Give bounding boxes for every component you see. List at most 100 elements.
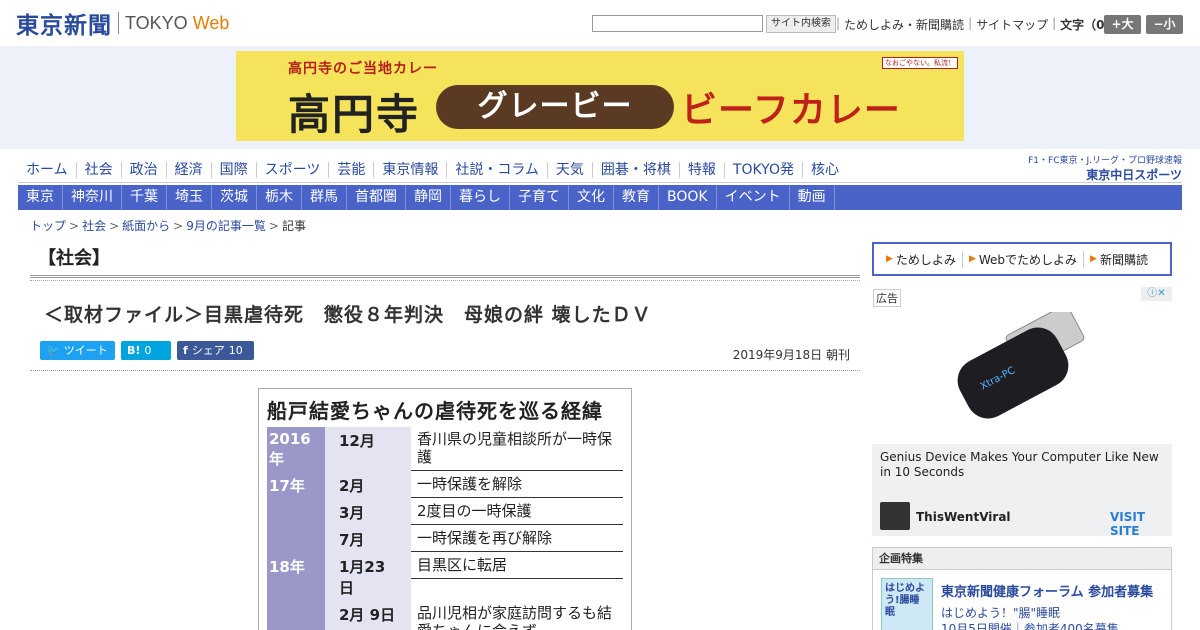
banner-area: 高円寺のご当地カレー 高円寺 グレービー ビーフカレー なおごやない。私流！ (0, 46, 1200, 149)
breadcrumb-print[interactable]: 紙面から (122, 219, 170, 233)
nav2-item-book[interactable]: BOOK (659, 185, 717, 210)
header-link-subscribe[interactable]: ためしよみ・新聞購読 (844, 16, 964, 33)
breadcrumb-sep: > (109, 219, 120, 233)
banner-main-text: 高円寺 (288, 90, 421, 139)
special-feature-thumbnail[interactable]: はじめよう!腸睡眠 (881, 578, 933, 630)
native-ad[interactable]: Genius Device Makes Your Computer Like N… (872, 444, 1172, 538)
visit-site-button[interactable]: VISIT SITE (1110, 510, 1172, 538)
hatena-button[interactable]: B! 0 (121, 341, 171, 360)
article-dateline: 2019年9月18日 朝刊 (732, 348, 850, 362)
site-search-input[interactable] (592, 15, 763, 32)
timeline-event: 目黒区に転居 (411, 553, 623, 579)
timeline-month: 1月23日 (325, 553, 411, 601)
timeline-event: 一時保護を再び解除 (411, 526, 623, 552)
twitter-icon: 🐦 (46, 344, 60, 357)
breadcrumb-month-list[interactable]: 9月の記事一覧 (186, 219, 266, 233)
font-size-down-button[interactable]: −小 (1146, 15, 1183, 34)
nav-item-core[interactable]: 核心 (801, 161, 847, 178)
logo-english: TOKYO Web (125, 13, 229, 34)
sidebar-link-web-trial-label: Webでためしよみ (978, 252, 1078, 267)
nav2-item-tochigi[interactable]: 栃木 (257, 185, 302, 210)
timeline-row: 2月 9日 品川児相が家庭訪問するも結愛ちゃんに会えず (267, 601, 623, 630)
breadcrumb-sep: > (69, 219, 80, 233)
nav-item-politics[interactable]: 政治 (120, 161, 166, 178)
nav2-item-kanagawa[interactable]: 神奈川 (63, 185, 122, 210)
logo-japanese: 東京新聞 (16, 12, 112, 39)
article-divider (30, 370, 860, 371)
banner-gravy-text: グレービー (436, 85, 674, 129)
nav2-item-chiba[interactable]: 千葉 (122, 185, 167, 210)
native-ad-thumbnail (880, 502, 910, 530)
site-search-button[interactable]: サイト内検索 (766, 15, 836, 33)
nav2-item-tokyo[interactable]: 東京 (18, 185, 63, 210)
nav-item-tokyo-info[interactable]: 東京情報 (373, 161, 446, 178)
nav-item-go-shogi[interactable]: 囲碁・将棋 (591, 161, 679, 178)
nav-item-special[interactable]: 特報 (678, 161, 724, 178)
hatena-icon: B! (127, 344, 141, 357)
hatena-count: 0 (144, 344, 152, 357)
facebook-icon: f (183, 344, 188, 357)
usb-drive-image[interactable]: Xtra-PC (948, 312, 1098, 422)
logo-en-web: Web (192, 12, 230, 33)
special-feature-subtitle: はじめよう！"腸"睡眠 (941, 606, 1061, 620)
article-headline: ＜取材ファイル＞目黒虐待死 懲役８年判決 母娘の絆 壊したＤＶ (44, 304, 652, 326)
timeline-row: 18年 1月23日 目黒区に転居 (267, 553, 623, 601)
nav2-item-saitama[interactable]: 埼玉 (167, 185, 212, 210)
nav2-item-education[interactable]: 教育 (614, 185, 659, 210)
nav-item-editorial[interactable]: 社説・コラム (446, 161, 547, 178)
tweet-button[interactable]: 🐦 ツイート (40, 341, 115, 360)
sidebar-link-subscribe[interactable]: ▶ 新聞購読 (1083, 250, 1154, 268)
nav2-item-gunma[interactable]: 群馬 (302, 185, 347, 210)
nav-item-home[interactable]: ホーム (18, 162, 76, 178)
header-link-sitemap[interactable]: サイトマップ (976, 16, 1048, 33)
ad-choices-icon[interactable]: ⓘ✕ (1141, 287, 1172, 301)
timeline-year: 18年 (267, 553, 325, 601)
logo-en-tokyo: TOKYO (125, 12, 188, 33)
facebook-share-button[interactable]: f シェア 10 (177, 341, 254, 360)
nav-item-international[interactable]: 国際 (210, 161, 256, 178)
timeline-event: 品川児相が家庭訪問するも結愛ちゃんに会えず (411, 601, 623, 630)
timeline-event: 一時保護を解除 (411, 472, 623, 498)
site-logo[interactable]: 東京新聞 TOKYO Web (16, 9, 229, 39)
special-feature-title[interactable]: 東京新聞健康フォーラム 参加者募集 (941, 581, 1153, 600)
facebook-share-count: 10 (228, 344, 243, 357)
timeline-event: 香川県の児童相談所が一時保護 (411, 427, 623, 471)
arrow-right-icon: ▶ (968, 254, 976, 264)
link-divider: | (836, 16, 841, 30)
subscribe-links-box: ▶ ためしよみ ▶ Webでためしよみ ▶ 新聞購読 (872, 242, 1172, 276)
chunichi-sports-link[interactable]: F1・FC東京・J.リーグ・プロ野球速報 東京中日スポーツ (1026, 153, 1182, 183)
link-divider: | (1052, 16, 1057, 30)
timeline-year: 17年 (267, 472, 325, 499)
ad-banner[interactable]: 高円寺のご当地カレー 高円寺 グレービー ビーフカレー なおごやない。私流！ (236, 51, 964, 141)
nav2-item-culture[interactable]: 文化 (569, 185, 614, 210)
nav2-item-video[interactable]: 動画 (790, 185, 835, 210)
timeline-row: 2016年 12月 香川県の児童相談所が一時保護 (267, 427, 623, 472)
nav-item-tokyo-hatsu[interactable]: TOKYO発 (723, 161, 802, 178)
special-feature-details: 10月5日開催｜参加者400名募集 (941, 622, 1119, 630)
thumbnail-text: はじめよう!腸睡眠 (885, 583, 925, 618)
nav-item-society[interactable]: 社会 (75, 161, 121, 178)
nav-item-entertainment[interactable]: 芸能 (328, 161, 373, 178)
sidebar-link-web-trial[interactable]: ▶ Webでためしよみ (961, 250, 1083, 268)
nav2-item-parenting[interactable]: 子育て (510, 185, 569, 210)
nav2-item-event[interactable]: イベント (717, 185, 790, 210)
nav2-item-shutoken[interactable]: 首都圏 (347, 185, 406, 210)
chunichi-title: 東京中日スポーツ (1086, 168, 1182, 182)
nav2-item-ibaraki[interactable]: 茨城 (212, 185, 257, 210)
nav2-item-living[interactable]: 暮らし (451, 185, 510, 210)
nav2-item-shizuoka[interactable]: 静岡 (406, 185, 451, 210)
nav-item-sports[interactable]: スポーツ (255, 161, 329, 178)
sidebar-link-trial[interactable]: ▶ ためしよみ (880, 251, 962, 268)
special-feature-box: 企画特集 はじめよう!腸睡眠 東京新聞健康フォーラム 参加者募集 はじめよう！"… (872, 547, 1172, 630)
breadcrumb-society[interactable]: 社会 (82, 219, 106, 233)
breadcrumb-current: 記事 (281, 219, 306, 233)
arrow-right-icon: ▶ (1090, 254, 1097, 264)
banner-beef-text: ビーフカレー (681, 90, 901, 131)
timeline-year (267, 526, 325, 553)
link-divider: | (968, 16, 973, 30)
nav-item-weather[interactable]: 天気 (546, 161, 592, 178)
nav-item-economy[interactable]: 経済 (165, 161, 211, 178)
breadcrumb-top[interactable]: トップ (30, 219, 66, 233)
sidebar-link-subscribe-label: 新聞購読 (1099, 252, 1148, 267)
font-size-up-button[interactable]: +大 (1104, 15, 1141, 34)
